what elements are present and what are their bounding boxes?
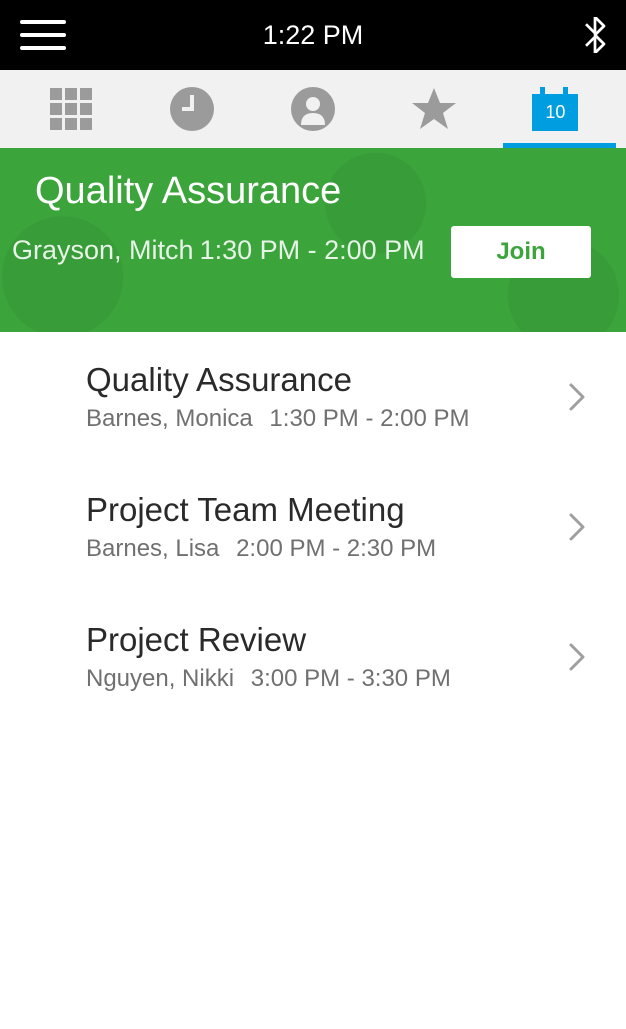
meetings-list: Quality Assurance Barnes, Monica 1:30 PM… bbox=[0, 332, 626, 722]
meeting-title: Project Team Meeting bbox=[86, 491, 548, 529]
menu-icon[interactable] bbox=[20, 20, 66, 50]
status-time: 1:22 PM bbox=[263, 20, 364, 51]
featured-meeting: Quality Assurance Grayson, Mitch 1:30 PM… bbox=[0, 148, 626, 332]
tab-recent[interactable] bbox=[131, 70, 252, 148]
meeting-title: Project Review bbox=[86, 621, 548, 659]
list-item[interactable]: Project Team Meeting Barnes, Lisa 2:00 P… bbox=[0, 462, 626, 592]
list-item[interactable]: Project Review Nguyen, Nikki 3:00 PM - 3… bbox=[0, 592, 626, 722]
calendar-icon: 10 bbox=[532, 87, 578, 131]
chevron-right-icon bbox=[568, 643, 586, 671]
meeting-time: 2:00 PM - 2:30 PM bbox=[236, 535, 436, 562]
tab-favorites[interactable] bbox=[374, 70, 495, 148]
featured-meeting-time: 1:30 PM - 2:00 PM bbox=[200, 235, 425, 266]
featured-meeting-title: Quality Assurance bbox=[35, 170, 596, 213]
meeting-person: Nguyen, Nikki bbox=[86, 665, 234, 692]
grid-icon bbox=[50, 88, 92, 130]
status-bar: 1:22 PM bbox=[0, 0, 626, 70]
meeting-person: Barnes, Lisa bbox=[86, 535, 219, 562]
tabs-bar: 10 bbox=[0, 70, 626, 148]
clock-icon bbox=[170, 87, 214, 131]
meeting-time: 1:30 PM - 2:00 PM bbox=[269, 405, 469, 432]
featured-meeting-person: Grayson, Mitch bbox=[12, 235, 194, 266]
star-icon bbox=[411, 86, 457, 132]
tab-calendar[interactable]: 10 bbox=[495, 70, 616, 148]
list-item[interactable]: Quality Assurance Barnes, Monica 1:30 PM… bbox=[0, 332, 626, 462]
join-button[interactable]: Join bbox=[451, 226, 591, 278]
meeting-title: Quality Assurance bbox=[86, 361, 548, 399]
chevron-right-icon bbox=[568, 383, 586, 411]
tab-contacts[interactable] bbox=[252, 70, 373, 148]
bluetooth-icon bbox=[584, 17, 606, 53]
chevron-right-icon bbox=[568, 513, 586, 541]
person-icon bbox=[291, 87, 335, 131]
meeting-time: 3:00 PM - 3:30 PM bbox=[251, 665, 451, 692]
meeting-person: Barnes, Monica bbox=[86, 405, 253, 432]
tab-grid[interactable] bbox=[10, 70, 131, 148]
